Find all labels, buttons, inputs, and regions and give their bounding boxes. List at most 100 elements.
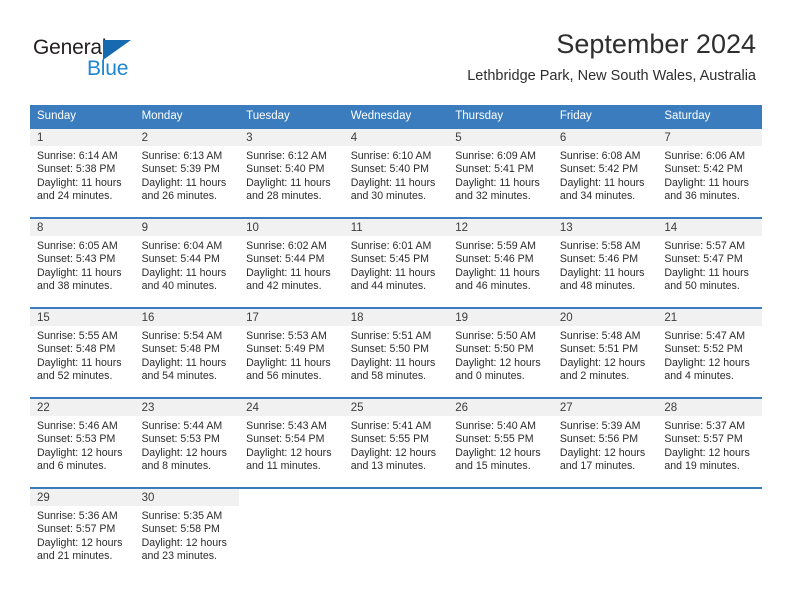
page-subtitle: Lethbridge Park, New South Wales, Austra… <box>467 68 756 84</box>
logo-text-blue: Blue <box>87 57 129 80</box>
daylight-duration-line1: Daylight: 11 hours <box>37 176 122 189</box>
calendar-day-cell[interactable]: 24 Sunrise: 5:43 AM Sunset: 5:54 PM Dayligh… <box>239 398 344 488</box>
calendar-day-cell[interactable]: 21 Sunrise: 5:47 AM Sunset: 5:52 PM Dayligh… <box>657 308 762 398</box>
daylight-duration-line2: and 13 minutes. <box>350 460 427 473</box>
day-details: Sunrise: 5:44 AM Sunset: 5:53 PM Daylight:… <box>135 416 240 474</box>
day-number: 27 <box>552 399 658 416</box>
calendar-day-cell[interactable]: 23 Sunrise: 5:44 AM Sunset: 5:53 PM Dayligh… <box>134 398 240 488</box>
daylight-duration-line1: Daylight: 12 hours <box>141 446 227 459</box>
daylight-duration-line1: Daylight: 11 hours <box>455 266 540 279</box>
calendar-day-cell[interactable]: 6 Sunrise: 6:08 AM Sunset: 5:42 PM Daylight… <box>552 128 658 218</box>
calendar-day-cell[interactable]: 16 Sunrise: 5:54 AM Sunset: 5:48 PM Dayligh… <box>134 308 240 398</box>
sunrise-time: Sunrise: 6:09 AM <box>455 150 536 162</box>
sunrise-time: Sunrise: 6:04 AM <box>141 240 223 252</box>
daylight-duration-line1: Daylight: 11 hours <box>141 266 227 279</box>
daylight-duration-line1: Daylight: 12 hours <box>246 446 332 459</box>
sunset-time: Sunset: 5:44 PM <box>141 253 220 266</box>
calendar-day-cell[interactable]: 15 Sunrise: 5:55 AM Sunset: 5:48 PM Dayligh… <box>30 308 135 398</box>
calendar-day-cell[interactable]: 10 Sunrise: 6:02 AM Sunset: 5:44 PM Dayligh… <box>239 218 344 308</box>
sunrise-time: Sunrise: 5:35 AM <box>141 510 223 522</box>
day-number <box>552 489 658 506</box>
day-details: Sunrise: 6:02 AM Sunset: 5:44 PM Daylight:… <box>239 236 344 294</box>
day-number: 13 <box>552 219 658 236</box>
calendar-day-cell[interactable]: 1 Sunrise: 6:14 AM Sunset: 5:38 PM Daylight… <box>30 128 135 218</box>
calendar-day-cell[interactable]: 17 Sunrise: 5:53 AM Sunset: 5:49 PM Dayligh… <box>239 308 344 398</box>
daylight-duration-line2: and 46 minutes. <box>455 280 531 293</box>
daylight-duration-line1: Daylight: 11 hours <box>350 356 436 369</box>
sunrise-time: Sunrise: 5:53 AM <box>246 330 327 342</box>
daylight-duration-line2: and 56 minutes. <box>246 370 322 383</box>
calendar-day-cell[interactable]: 20 Sunrise: 5:48 AM Sunset: 5:51 PM Dayligh… <box>552 308 658 398</box>
sunrise-time: Sunrise: 6:01 AM <box>350 240 432 252</box>
sunset-time: Sunset: 5:56 PM <box>559 433 639 446</box>
calendar-day-cell[interactable]: 25 Sunrise: 5:41 AM Sunset: 5:55 PM Dayligh… <box>343 398 449 488</box>
day-details: Sunrise: 6:10 AM Sunset: 5:40 PM Daylight:… <box>344 146 449 204</box>
day-number <box>448 489 553 506</box>
calendar-day-cell[interactable]: 3 Sunrise: 6:12 AM Sunset: 5:40 PM Daylight… <box>239 128 344 218</box>
day-number: 22 <box>30 399 135 416</box>
calendar-day-cell[interactable]: 7 Sunrise: 6:06 AM Sunset: 5:42 PM Daylight… <box>657 128 762 218</box>
daylight-duration-line1: Daylight: 11 hours <box>559 266 645 279</box>
calendar-day-cell[interactable]: 5 Sunrise: 6:09 AM Sunset: 5:41 PM Daylight… <box>448 128 553 218</box>
day-number: 17 <box>239 309 344 326</box>
day-number: 1 <box>30 129 135 146</box>
daylight-duration-line2: and 48 minutes. <box>559 280 636 293</box>
calendar-day-cell[interactable]: 12 Sunrise: 5:59 AM Sunset: 5:46 PM Dayligh… <box>448 218 553 308</box>
sunset-time: Sunset: 5:55 PM <box>350 433 430 446</box>
daylight-duration-line2: and 36 minutes. <box>664 190 740 203</box>
day-details: Sunrise: 6:09 AM Sunset: 5:41 PM Daylight:… <box>448 146 553 204</box>
daylight-duration-line2: and 54 minutes. <box>141 370 217 383</box>
day-number: 12 <box>448 219 553 236</box>
sunset-time: Sunset: 5:50 PM <box>455 343 534 356</box>
daylight-duration-line1: Daylight: 11 hours <box>246 266 331 279</box>
daylight-duration-line2: and 2 minutes. <box>559 370 630 383</box>
calendar-day-cell[interactable]: 8 Sunrise: 6:05 AM Sunset: 5:43 PM Daylight… <box>30 218 135 308</box>
daylight-duration-line2: and 24 minutes. <box>37 190 113 203</box>
sunset-time: Sunset: 5:39 PM <box>141 163 220 176</box>
calendar-day-cell[interactable]: 14 Sunrise: 5:57 AM Sunset: 5:47 PM Dayligh… <box>657 218 762 308</box>
daylight-duration-line2: and 28 minutes. <box>246 190 322 203</box>
calendar-day-cell[interactable]: 22 Sunrise: 5:46 AM Sunset: 5:53 PM Dayligh… <box>30 398 135 488</box>
day-details: Sunrise: 5:54 AM Sunset: 5:48 PM Daylight:… <box>135 326 240 384</box>
calendar-day-cell[interactable]: 2 Sunrise: 6:13 AM Sunset: 5:39 PM Daylight… <box>134 128 240 218</box>
sunrise-time: Sunrise: 5:47 AM <box>664 330 746 342</box>
calendar-day-cell[interactable]: 27 Sunrise: 5:39 AM Sunset: 5:56 PM Dayligh… <box>552 398 658 488</box>
calendar-day-cell[interactable]: 13 Sunrise: 5:58 AM Sunset: 5:46 PM Dayligh… <box>552 218 658 308</box>
page-header: General Blue September 2024 Lethbridge P… <box>0 0 792 100</box>
calendar-day-cell[interactable]: 29 Sunrise: 5:36 AM Sunset: 5:57 PM Dayligh… <box>30 488 135 578</box>
sunset-time: Sunset: 5:49 PM <box>246 343 325 356</box>
sunrise-time: Sunrise: 5:58 AM <box>559 240 641 252</box>
day-number: 11 <box>343 219 449 236</box>
daylight-duration-line2: and 44 minutes. <box>350 280 427 293</box>
calendar-day-cell[interactable]: 18 Sunrise: 5:51 AM Sunset: 5:50 PM Dayligh… <box>343 308 449 398</box>
sunset-time: Sunset: 5:46 PM <box>559 253 639 266</box>
calendar-day-cell[interactable]: 30 Sunrise: 5:35 AM Sunset: 5:58 PM Dayligh… <box>134 488 240 578</box>
sunrise-time: Sunrise: 6:14 AM <box>37 150 118 162</box>
general-blue-logo[interactable]: General Blue <box>33 36 173 84</box>
daylight-duration-line2: and 34 minutes. <box>559 190 636 203</box>
day-details: Sunrise: 5:57 AM Sunset: 5:47 PM Daylight:… <box>657 236 762 294</box>
calendar-day-cell[interactable]: 9 Sunrise: 6:04 AM Sunset: 5:44 PM Daylight… <box>134 218 240 308</box>
calendar-day-cell[interactable]: 26 Sunrise: 5:40 AM Sunset: 5:55 PM Dayligh… <box>448 398 553 488</box>
daylight-duration-line1: Daylight: 12 hours <box>559 446 646 459</box>
daylight-duration-line2: and 58 minutes. <box>350 370 427 383</box>
calendar-day-cell[interactable]: 11 Sunrise: 6:01 AM Sunset: 5:45 PM Dayligh… <box>343 218 449 308</box>
daylight-duration-line2: and 40 minutes. <box>141 280 217 293</box>
sunset-time: Sunset: 5:55 PM <box>455 433 534 446</box>
day-details: Sunrise: 5:53 AM Sunset: 5:49 PM Daylight:… <box>239 326 344 384</box>
calendar-day-cell[interactable]: 4 Sunrise: 6:10 AM Sunset: 5:40 PM Daylight… <box>343 128 449 218</box>
sunrise-time: Sunrise: 5:50 AM <box>455 330 536 342</box>
calendar-day-cell[interactable]: 28 Sunrise: 5:37 AM Sunset: 5:57 PM Dayligh… <box>657 398 762 488</box>
sunset-time: Sunset: 5:46 PM <box>455 253 534 266</box>
daylight-duration-line2: and 38 minutes. <box>37 280 113 293</box>
sunrise-time: Sunrise: 5:51 AM <box>350 330 432 342</box>
day-number <box>343 489 449 506</box>
weekday-header-saturday: Saturday <box>657 105 762 128</box>
day-number: 20 <box>552 309 658 326</box>
sunset-time: Sunset: 5:54 PM <box>246 433 325 446</box>
daylight-duration-line2: and 4 minutes. <box>664 370 734 383</box>
calendar-week-row: 8 Sunrise: 6:05 AM Sunset: 5:43 PM Daylight… <box>30 218 762 308</box>
day-number: 28 <box>657 399 762 416</box>
sunrise-time: Sunrise: 5:36 AM <box>37 510 118 522</box>
calendar-day-cell[interactable]: 19 Sunrise: 5:50 AM Sunset: 5:50 PM Dayligh… <box>448 308 553 398</box>
